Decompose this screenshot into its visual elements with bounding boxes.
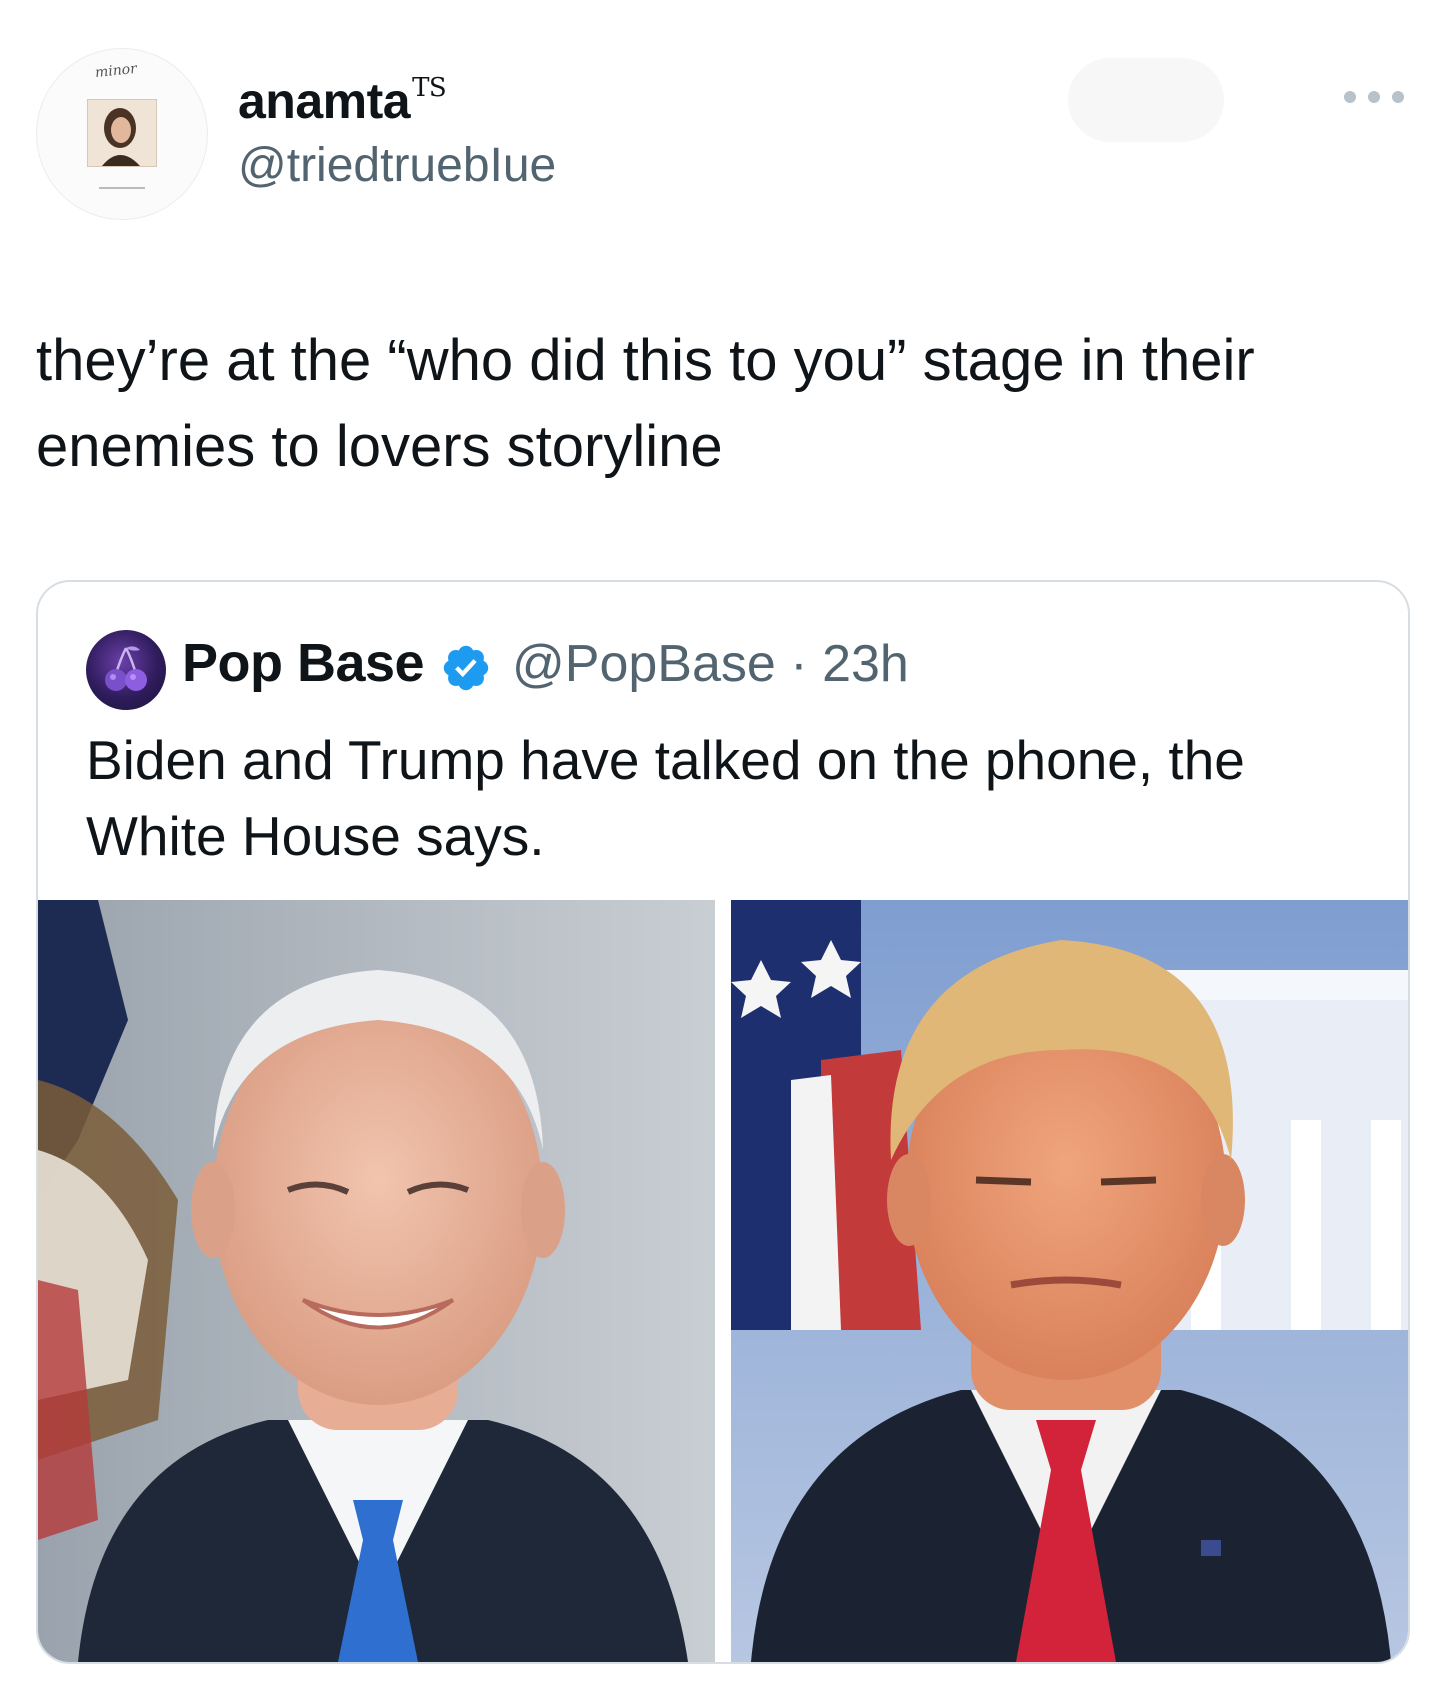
dot-icon bbox=[1392, 91, 1404, 103]
follow-button-blurred[interactable] bbox=[1068, 58, 1224, 142]
dot-icon bbox=[1368, 91, 1380, 103]
media-image-trump[interactable] bbox=[731, 900, 1408, 1662]
dot-icon bbox=[1344, 91, 1356, 103]
quoted-tweet-text: Biden and Trump have talked on the phone… bbox=[86, 729, 1245, 867]
quoted-display-name[interactable]: Pop Base bbox=[182, 632, 425, 694]
author-name-badge: TS bbox=[412, 73, 447, 103]
avatar[interactable]: minor bbox=[36, 48, 208, 220]
quoted-handle[interactable]: @PopBase bbox=[512, 635, 776, 693]
verified-badge-icon bbox=[440, 642, 492, 694]
author-handle[interactable]: @triedtruebIue bbox=[238, 138, 556, 193]
avatar-script-text: minor bbox=[94, 60, 138, 82]
tweet-text: they’re at the “who did this to you” sta… bbox=[36, 328, 1255, 479]
media-image-biden[interactable] bbox=[38, 900, 715, 1662]
avatar-caption-line bbox=[99, 187, 145, 189]
author-display-name[interactable]: anamtaTS bbox=[238, 72, 447, 130]
avatar-photo bbox=[87, 99, 157, 167]
quoted-avatar[interactable] bbox=[86, 630, 166, 710]
more-options-icon[interactable] bbox=[1344, 84, 1404, 110]
quoted-meta: @PopBase · 23h bbox=[512, 634, 909, 694]
meta-separator: · bbox=[775, 635, 823, 693]
cherry-logo-icon bbox=[105, 646, 147, 691]
quoted-tweet-card[interactable]: Pop Base @PopBase · 23h Biden and Trump … bbox=[36, 580, 1410, 1664]
quoted-timestamp[interactable]: 23h bbox=[822, 635, 909, 693]
quoted-media-grid bbox=[38, 900, 1408, 1662]
author-name-text: anamta bbox=[238, 73, 411, 129]
